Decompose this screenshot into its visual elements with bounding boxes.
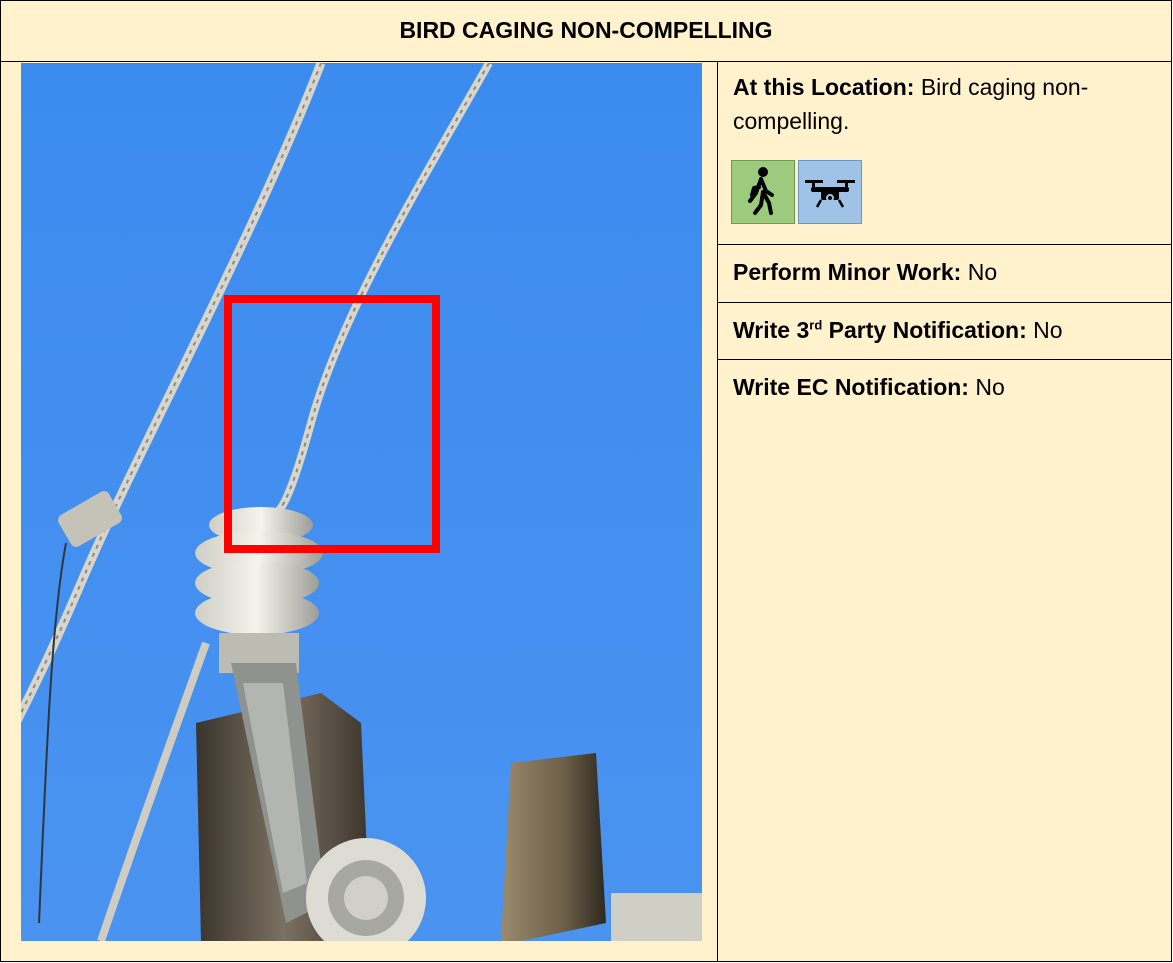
ec-notification-value: No — [975, 374, 1005, 400]
walking-person-icon — [731, 160, 795, 224]
ec-notification-row: Write EC Notification: No — [733, 370, 1005, 404]
third-party-label-prefix: Write 3 — [733, 317, 810, 343]
minor-work-value: No — [967, 259, 998, 285]
third-party-label-suffix: Party Notification: — [822, 317, 1027, 343]
location-text: At this Location: Bird caging non-compel… — [733, 70, 1153, 138]
row-divider-1 — [717, 244, 1172, 245]
third-party-value: No — [1033, 317, 1063, 343]
table-border-right — [1171, 0, 1172, 962]
page-title: BIRD CAGING NON-COMPELLING — [399, 16, 773, 43]
row-divider-2 — [717, 302, 1172, 303]
minor-work-label: Perform Minor Work: — [733, 259, 962, 285]
third-party-row: Write 3rd Party Notification: No — [733, 313, 1063, 347]
header-divider — [0, 61, 1172, 62]
inspection-photo — [21, 63, 702, 941]
drone-icon — [798, 160, 862, 224]
table-border-top — [0, 0, 1172, 1]
ec-notification-label: Write EC Notification: — [733, 374, 969, 400]
table-border-left — [0, 0, 1, 962]
location-label: At this Location: — [733, 74, 915, 100]
column-divider — [717, 61, 718, 962]
minor-work-row: Perform Minor Work: No — [733, 255, 997, 289]
inspection-table: BIRD CAGING NON-COMPELLING At this Locat… — [0, 0, 1172, 962]
third-party-label: Write 3rd Party Notification: — [733, 317, 1027, 343]
row-divider-3 — [717, 359, 1172, 360]
table-border-bottom — [0, 961, 1172, 962]
third-party-label-sup: rd — [809, 317, 823, 333]
